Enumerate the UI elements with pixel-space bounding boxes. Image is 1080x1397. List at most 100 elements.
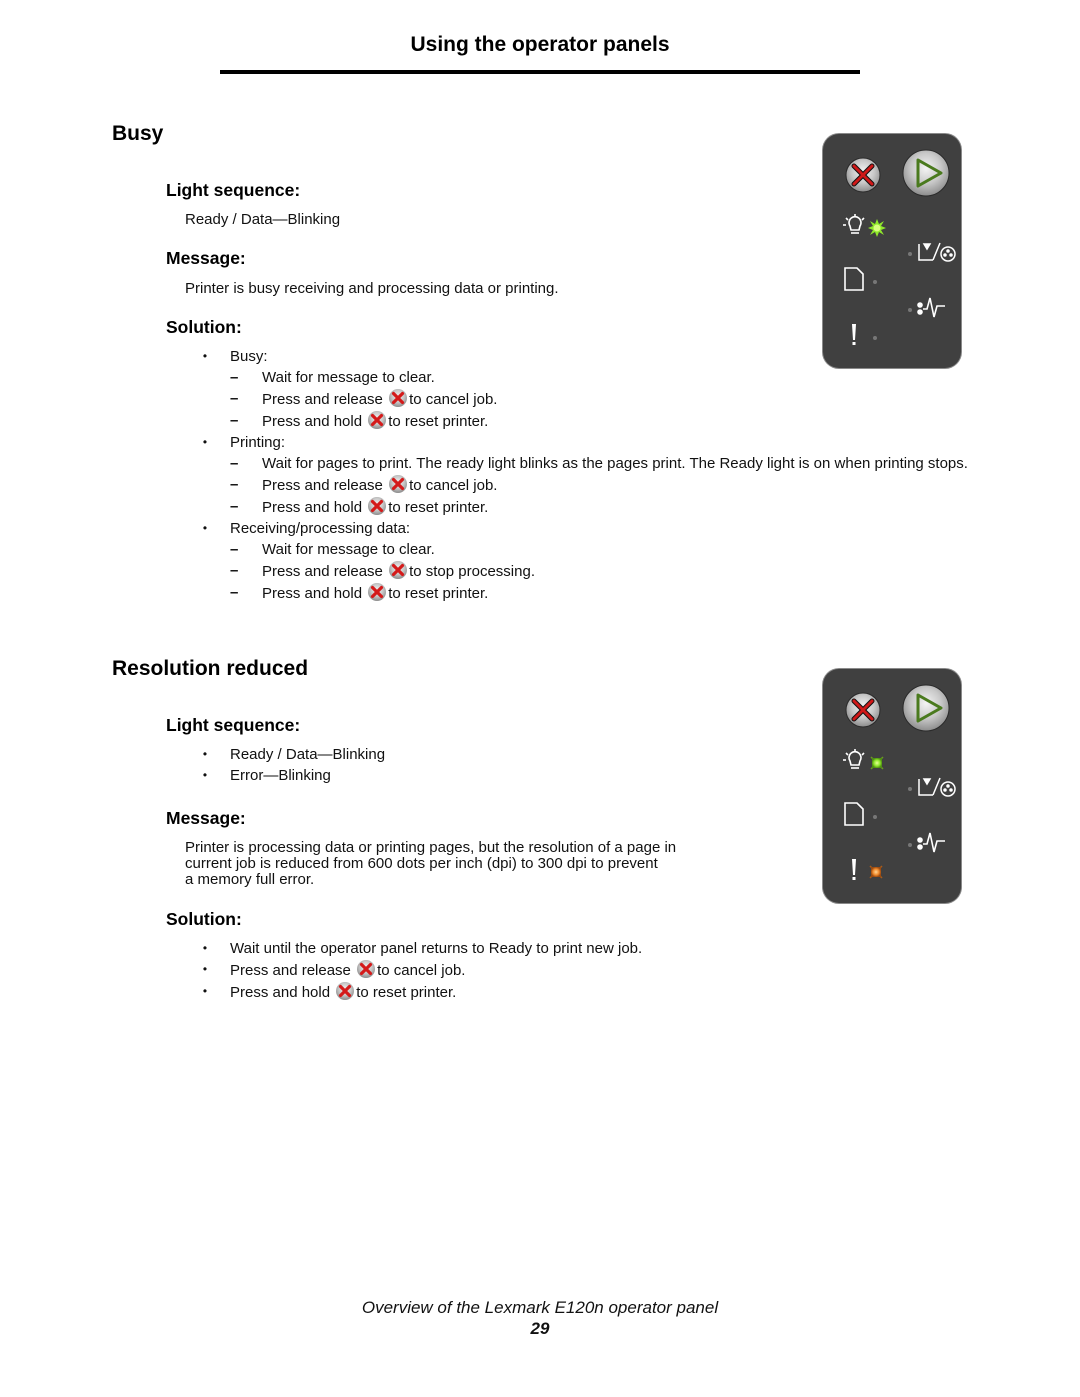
paper-jam-icon <box>917 832 945 853</box>
light-sequence-text: Ready / Data—Blinking <box>185 211 341 228</box>
section-title-resolution-reduced: Resolution reduced <box>112 657 309 680</box>
list-item: – Press and hold to reset printer. <box>230 496 970 518</box>
error-light-off <box>873 336 877 340</box>
solution-heading: Solution: <box>166 909 242 929</box>
solution-list: • Wait until the operator panel returns t… <box>203 938 930 1003</box>
bullet: • <box>202 435 208 449</box>
header-rule <box>220 70 860 74</box>
error-exclamation-icon <box>852 324 856 345</box>
dash: – <box>230 455 239 472</box>
cancel-x-icon <box>367 410 387 430</box>
toner-drum-icon <box>918 777 956 797</box>
item-text: Wait until the operator panel returns to… <box>230 940 643 957</box>
operator-panel-busy <box>823 134 961 368</box>
load-paper-light-off <box>873 815 877 819</box>
bullet: • <box>202 521 208 535</box>
solution-heading: Solution: <box>166 317 242 337</box>
bullet: • <box>202 962 208 976</box>
message-text: Printer is processing data or printing p… <box>185 840 745 888</box>
light-sequence-list: • Ready / Data—Blinking • Error—Blinking <box>203 744 386 786</box>
item-text: to stop processing. <box>409 563 535 580</box>
load-paper-light-off <box>873 280 877 284</box>
load-paper-icon <box>844 267 864 291</box>
dash: – <box>230 369 239 386</box>
dash: – <box>230 541 239 558</box>
message-text: Printer is busy receiving and processing… <box>185 280 559 297</box>
list-item: – Wait for pages to print. The ready ligh… <box>230 453 970 474</box>
bullet: • <box>202 349 208 363</box>
dash: – <box>230 562 239 579</box>
item-text: Press and release <box>262 563 383 580</box>
section-title-busy: Busy <box>112 122 164 145</box>
continue-button[interactable] <box>902 684 950 732</box>
item-text: to reset printer. <box>388 585 489 602</box>
footer-title: Overview of the Lexmark E120n operator p… <box>361 1298 719 1317</box>
paper-jam-light-off <box>908 308 912 312</box>
cancel-x-icon <box>367 496 387 516</box>
cancel-x-icon <box>388 560 408 580</box>
ready-light-blinking <box>870 756 884 770</box>
item-text: Press and hold <box>262 499 363 516</box>
item-text: Ready / Data—Blinking <box>230 746 386 763</box>
list-item: – Press and release to cancel job. <box>230 474 970 496</box>
item-text: to reset printer. <box>388 499 489 516</box>
paper-jam-light-off <box>908 843 912 847</box>
list-item: – Press and release to cancel job. <box>230 388 970 410</box>
item-text: Press and release <box>262 477 383 494</box>
solution-group: • Receiving/processing data: <box>203 518 970 539</box>
bullet: • <box>202 984 208 998</box>
item-text: Wait for pages to print. The ready light… <box>262 455 968 472</box>
item-text: to cancel job. <box>409 477 498 494</box>
load-paper-icon <box>844 802 864 826</box>
item-text: Wait for message to clear. <box>262 369 435 386</box>
list-item: – Wait for message to clear. <box>230 367 970 388</box>
item-text: to cancel job. <box>409 391 498 408</box>
item-text: Press and release <box>262 391 383 408</box>
dash: – <box>230 390 239 407</box>
bullet: • <box>202 747 208 761</box>
item-text: Press and hold <box>262 413 363 430</box>
item-text: Press and hold <box>262 585 363 602</box>
cancel-x-icon <box>335 981 355 1001</box>
solution-group: • Printing: <box>203 432 970 453</box>
ready-data-bulb-icon <box>843 749 865 769</box>
item-text: Press and release <box>230 962 351 979</box>
ready-data-bulb-icon <box>843 214 865 234</box>
group-label: Receiving/processing data: <box>230 520 411 537</box>
cancel-x-icon <box>388 388 408 408</box>
toner-light-off <box>908 787 912 791</box>
cancel-button[interactable] <box>845 692 881 728</box>
bullet: • <box>202 768 208 782</box>
page-number: 29 <box>530 1319 550 1338</box>
list-item: • Press and release to cancel job. <box>203 959 930 981</box>
cancel-button[interactable] <box>845 157 881 193</box>
item-text: to reset printer. <box>388 413 489 430</box>
cancel-x-icon <box>388 474 408 494</box>
list-item: • Wait until the operator panel returns t… <box>203 938 930 959</box>
group-label: Busy: <box>230 348 268 365</box>
light-sequence-heading: Light sequence: <box>166 715 301 735</box>
error-exclamation-icon <box>852 859 856 880</box>
list-item: • Error—Blinking <box>203 765 385 786</box>
page-header-title: Using the operator panels <box>410 33 670 56</box>
item-text: to cancel job. <box>377 962 466 979</box>
dash: – <box>230 412 239 429</box>
message-line: Printer is processing data or printing p… <box>185 839 677 856</box>
ready-light-blinking <box>868 219 886 237</box>
message-line: current job is reduced from 600 dots per… <box>185 855 658 872</box>
toner-drum-icon <box>918 242 956 262</box>
dash: – <box>230 498 239 515</box>
message-heading: Message: <box>166 808 246 828</box>
dash: – <box>230 584 239 601</box>
list-item: – Press and release to stop processing. <box>230 560 970 582</box>
group-label: Printing: <box>230 434 286 451</box>
continue-button[interactable] <box>902 149 950 197</box>
message-heading: Message: <box>166 248 246 268</box>
operator-panel-resolution-reduced <box>823 669 961 903</box>
dash: – <box>230 476 239 493</box>
toner-light-off <box>908 252 912 256</box>
list-item: – Press and hold to reset printer. <box>230 410 970 432</box>
bullet: • <box>202 941 208 955</box>
list-item: • Ready / Data—Blinking <box>203 744 386 765</box>
light-sequence-heading: Light sequence: <box>166 180 301 200</box>
